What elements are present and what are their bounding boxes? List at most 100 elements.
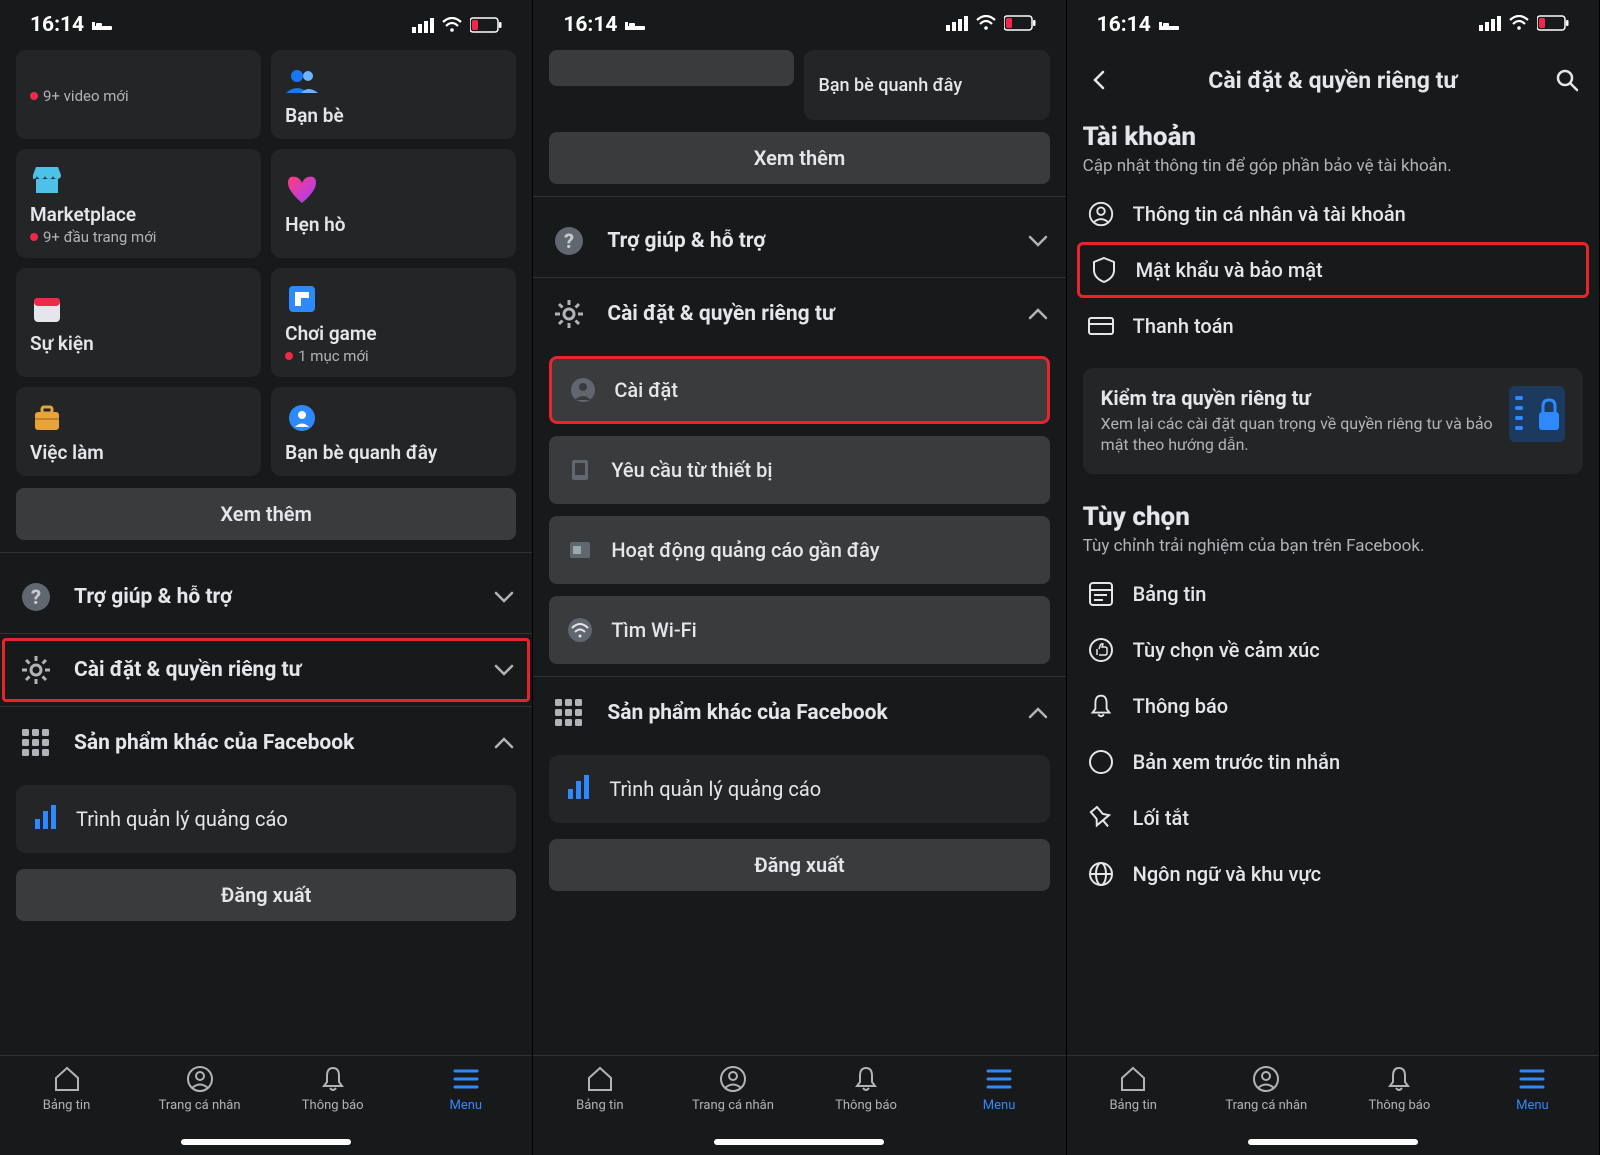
home-indicator[interactable]: [181, 1139, 351, 1145]
tile-events[interactable]: Sự kiện: [16, 268, 261, 377]
signal-icon: [412, 17, 434, 33]
row-notifications[interactable]: Thông báo: [1083, 678, 1583, 734]
row-shortcuts[interactable]: Lối tắt: [1083, 790, 1583, 846]
wifi-icon: [442, 17, 462, 33]
ads-manager-item[interactable]: Trình quản lý quảng cáo: [16, 785, 516, 853]
nav-menu[interactable]: Menu: [1466, 1064, 1599, 1155]
search-button[interactable]: [1551, 64, 1583, 96]
privacy-checkup-card[interactable]: Kiểm tra quyền riêng tư Xem lại các cài …: [1083, 368, 1583, 474]
profile-icon: [718, 1064, 748, 1094]
tile-truncated[interactable]: [549, 50, 794, 86]
shield-icon: [1090, 256, 1118, 284]
status-bar: 16:14: [0, 0, 532, 50]
prefs-section-desc: Tùy chỉnh trải nghiệm của bạn trên Faceb…: [1083, 536, 1583, 556]
sub-find-wifi[interactable]: Tìm Wi-Fi: [549, 596, 1049, 664]
ads-activity-icon: [565, 535, 595, 565]
gear-icon: [16, 650, 56, 690]
screen-settings-expanded: 16:14 Bạn bè quanh đây Xem thêm Trợ giúp…: [533, 0, 1066, 1155]
status-time: 16:14: [1097, 13, 1151, 37]
wifi-icon: [1509, 13, 1529, 37]
help-row[interactable]: Trợ giúp & hỗ trợ: [549, 209, 1049, 273]
home-icon: [52, 1064, 82, 1094]
page-title: Cài đặt & quyền riêng tư: [1129, 67, 1537, 94]
row-password-security[interactable]: Mật khẩu và bảo mật: [1077, 242, 1589, 298]
sub-recent-ads[interactable]: Hoạt động quảng cáo gần đây: [549, 516, 1049, 584]
chevron-down-icon: [492, 585, 516, 609]
sub-settings[interactable]: Cài đặt: [549, 356, 1049, 424]
red-dot-icon: [285, 352, 293, 360]
menu-icon: [1517, 1064, 1547, 1094]
row-personal-info[interactable]: Thông tin cá nhân và tài khoản: [1083, 186, 1583, 242]
battery-icon: [470, 17, 502, 33]
profile-icon: [1251, 1064, 1281, 1094]
tile-nearby-friends[interactable]: Bạn bè quanh đây: [804, 50, 1049, 120]
help-icon: [549, 221, 589, 261]
status-bar: 16:14: [533, 0, 1065, 50]
bars-icon: [32, 803, 60, 836]
card-icon: [1087, 312, 1115, 340]
see-more-button[interactable]: Xem thêm: [16, 488, 516, 540]
bars-icon: [565, 773, 593, 806]
dnd-icon: [625, 18, 645, 32]
newsfeed-icon: [1087, 580, 1115, 608]
grid-icon: [16, 723, 56, 763]
tile-nearby-friends[interactable]: Bạn bè quanh đây: [271, 387, 516, 476]
tile-video[interactable]: 9+ video mới: [16, 50, 261, 139]
globe-icon: [1087, 860, 1115, 888]
bell-icon: [1087, 692, 1115, 720]
profile-icon: [1087, 200, 1115, 228]
home-indicator[interactable]: [1248, 1139, 1418, 1145]
back-button[interactable]: [1083, 64, 1115, 96]
logout-button[interactable]: Đăng xuất: [16, 869, 516, 921]
chevron-up-icon: [492, 731, 516, 755]
bell-icon: [1384, 1064, 1414, 1094]
tile-friends[interactable]: Bạn bè: [271, 50, 516, 139]
dnd-icon: [1159, 18, 1179, 32]
screen-menu: 16:14 9+ video mới Bạn bè Marketplace 9+…: [0, 0, 533, 1155]
sub-device-requests[interactable]: Yêu cầu từ thiết bị: [549, 436, 1049, 504]
status-time: 16:14: [30, 13, 84, 37]
row-message-preview[interactable]: Bản xem trước tin nhắn: [1083, 734, 1583, 790]
nav-feed[interactable]: Bảng tin: [1067, 1064, 1200, 1155]
battery-icon: [1537, 13, 1569, 37]
nav-feed[interactable]: Bảng tin: [0, 1064, 133, 1155]
row-reaction-prefs[interactable]: Tùy chọn về cảm xúc: [1083, 622, 1583, 678]
account-section-desc: Cập nhật thông tin để góp phần bảo vệ tà…: [1083, 156, 1583, 176]
logout-button[interactable]: Đăng xuất: [549, 839, 1049, 891]
profile-icon: [185, 1064, 215, 1094]
row-payment[interactable]: Thanh toán: [1083, 298, 1583, 354]
chevron-up-icon: [1026, 302, 1050, 326]
gear-icon: [549, 294, 589, 334]
other-products-row[interactable]: Sản phẩm khác của Facebook: [549, 681, 1049, 745]
nav-menu[interactable]: Menu: [399, 1064, 532, 1155]
account-section-title: Tài khoản: [1083, 122, 1583, 152]
home-indicator[interactable]: [714, 1139, 884, 1145]
prefs-section-title: Tùy chọn: [1083, 502, 1583, 532]
menu-icon: [984, 1064, 1014, 1094]
battery-icon: [1004, 13, 1036, 37]
help-row[interactable]: Trợ giúp & hỗ trợ: [16, 565, 516, 629]
tile-marketplace[interactable]: Marketplace 9+ đầu trang mới: [16, 149, 261, 258]
see-more-button[interactable]: Xem thêm: [549, 132, 1049, 184]
signal-icon: [1479, 13, 1501, 37]
other-products-row[interactable]: Sản phẩm khác của Facebook: [16, 711, 516, 775]
row-newsfeed[interactable]: Bảng tin: [1083, 566, 1583, 622]
grid-icon: [549, 693, 589, 733]
ads-manager-item[interactable]: Trình quản lý quảng cáo: [549, 755, 1049, 823]
status-time: 16:14: [563, 13, 617, 37]
settings-privacy-row[interactable]: Cài đặt & quyền riêng tư: [2, 638, 530, 702]
user-icon: [568, 375, 598, 405]
tile-gaming[interactable]: Chơi game 1 mục mới: [271, 268, 516, 377]
nav-menu[interactable]: Menu: [933, 1064, 1066, 1155]
red-dot-icon: [30, 233, 38, 241]
row-language[interactable]: Ngôn ngữ và khu vực: [1083, 846, 1583, 902]
screen-settings-page: 16:14 Cài đặt & quyền riêng tư Tài khoản…: [1067, 0, 1600, 1155]
settings-privacy-row[interactable]: Cài đặt & quyền riêng tư: [549, 282, 1049, 346]
red-dot-icon: [30, 92, 38, 100]
tile-dating[interactable]: Hẹn hò: [271, 149, 516, 258]
heart-icon: [285, 173, 319, 207]
friends-icon: [285, 64, 319, 98]
nav-feed[interactable]: Bảng tin: [533, 1064, 666, 1155]
menu-tiles: 9+ video mới Bạn bè Marketplace 9+ đầu t…: [16, 50, 516, 476]
tile-jobs[interactable]: Việc làm: [16, 387, 261, 476]
